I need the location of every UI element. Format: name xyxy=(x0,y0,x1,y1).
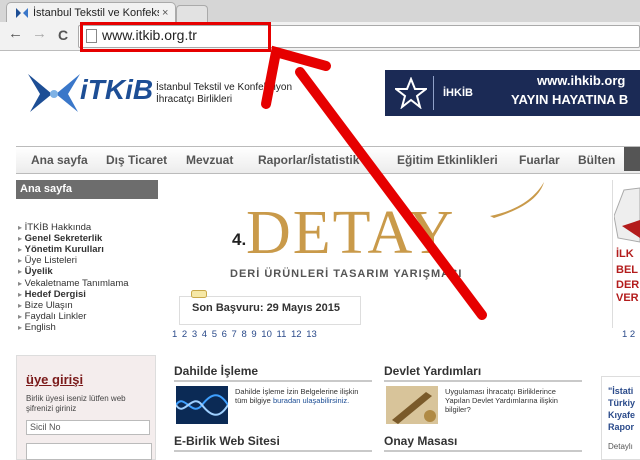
tab-close-icon[interactable]: × xyxy=(162,3,168,23)
devlet-text-line3: bilgiler? xyxy=(445,405,471,414)
bullet-arrow-icon: ▸ xyxy=(18,323,23,332)
box-title-onay[interactable]: Onay Masası xyxy=(384,432,582,452)
sidebar-item-membership[interactable]: ▸ Üyelik xyxy=(18,266,53,277)
sidebar-item-label: Hedef Dergisi xyxy=(24,289,86,300)
right-promo-pager[interactable]: 1 2 xyxy=(622,329,635,340)
reload-button[interactable]: C xyxy=(58,27,68,43)
sidebar-item-label: Üye Listeleri xyxy=(24,255,77,266)
sidebar-item-about[interactable]: ▸ İTKİB Hakkında xyxy=(18,222,91,233)
nav-home[interactable]: Ana sayfa xyxy=(31,153,88,167)
nav-fairs[interactable]: Fuarlar xyxy=(519,153,560,167)
promo-line1: İLK xyxy=(616,248,634,260)
star-icon xyxy=(395,77,427,109)
bullet-arrow-icon: ▸ xyxy=(18,312,23,321)
banner-url: www.ihkib.org xyxy=(537,73,626,88)
sidebar-item-label: English xyxy=(24,322,56,333)
nav-bulletin[interactable]: Bülten xyxy=(578,153,615,167)
devlet-text-line2: Yapılan Devlet Yardımlarına ilişkin xyxy=(445,396,558,405)
sidebar-item-links[interactable]: ▸ Faydalı Linkler xyxy=(18,311,86,322)
right-news-line1: "İstati xyxy=(608,386,634,396)
deadline-text: Son Başvuru: 29 Mayıs 2015 xyxy=(192,302,340,314)
sidebar-item-english[interactable]: ▸ English xyxy=(18,322,56,333)
sidebar-item-secretariat[interactable]: ▸ Genel Sekreterlik xyxy=(18,233,102,244)
box-title-ebirlik[interactable]: E-Birlik Web Sitesi xyxy=(174,432,372,452)
box-title-devlet[interactable]: Devlet Yardımları xyxy=(384,362,582,382)
sidebar-item-proxy[interactable]: ▸ Vekaletname Tanımlama xyxy=(18,278,129,289)
sidebar-header: Ana sayfa xyxy=(16,180,158,199)
right-news-line2: Türkiy xyxy=(608,398,636,408)
right-news-line4: Rapor xyxy=(608,422,635,432)
sidebar-item-contact[interactable]: ▸ Bize Ulaşın xyxy=(18,300,73,311)
dahilde-text-line2: tüm bilgiye xyxy=(235,396,273,405)
nav-legislation[interactable]: Mevzuat xyxy=(186,153,233,167)
dna-thumbnail-icon xyxy=(176,386,228,424)
sidebar-item-member-lists[interactable]: ▸ Üye Listeleri xyxy=(18,255,77,266)
org-name-line2: İhracatçı Birlikleri xyxy=(156,94,233,105)
sidebar-item-label: İTKİB Hakkında xyxy=(24,222,92,233)
dahilde-text-line1: Dahilde İşleme İzin Belgelerine ilişkin xyxy=(235,387,359,396)
box-title-dahilde[interactable]: Dahilde İşleme xyxy=(174,362,372,382)
bullet-arrow-icon: ▸ xyxy=(18,234,23,243)
itkib-logo-mark-icon xyxy=(28,74,80,112)
devlet-text-line1: Uygulaması İhracatçı Birliklerince xyxy=(445,387,556,396)
bullet-arrow-icon: ▸ xyxy=(18,245,23,254)
sidebar-item-hedef[interactable]: ▸ Hedef Dergisi xyxy=(18,289,86,300)
org-name-line1: İstanbul Tekstil ve Konfeksiyon xyxy=(156,82,293,93)
nav-education[interactable]: Eğitim Etkinlikleri xyxy=(397,153,498,167)
nav-foreign-trade[interactable]: Dış Ticaret xyxy=(106,153,167,167)
login-info-line2: şifrenizi giriniz xyxy=(26,404,77,413)
sidebar-item-boards[interactable]: ▸ Yönetim Kurulları xyxy=(18,244,104,255)
promo-line3: DER xyxy=(616,279,640,291)
banner-tagline: YAYIN HAYATINA B xyxy=(511,92,629,107)
browser-tab[interactable]: İstanbul Tekstil ve Konfeksiyon × xyxy=(6,2,176,23)
slider-pager[interactable]: 1 2 3 4 5 6 7 8 9 10 11 12 13 xyxy=(172,329,317,340)
login-title: üye girişi xyxy=(26,372,84,387)
tab-title: İstanbul Tekstil ve Konfeksiyon xyxy=(33,7,159,19)
bullet-arrow-icon: ▸ xyxy=(18,301,23,310)
sidebar-title: Ana sayfa xyxy=(20,183,72,195)
forward-button[interactable]: → xyxy=(32,25,47,42)
sidebar-item-label: Bize Ulaşın xyxy=(24,300,73,311)
banner-divider xyxy=(433,76,434,110)
password-input[interactable] xyxy=(26,443,152,460)
logo-text: iTKiB xyxy=(80,74,154,105)
banner-brand: İHKİB xyxy=(443,87,473,99)
bullet-arrow-icon: ▸ xyxy=(18,256,23,265)
nav-reports[interactable]: Raporlar/İstatistik xyxy=(258,153,359,167)
annotation-highlight-box xyxy=(80,22,271,52)
bullet-arrow-icon: ▸ xyxy=(18,279,23,288)
login-info-line1: Birlik üyesi iseniz lütfen web xyxy=(26,394,126,403)
detay-wordmark: DETAY xyxy=(246,199,456,267)
bullet-arrow-icon: ▸ xyxy=(18,223,23,232)
swoosh-decoration-icon xyxy=(490,182,544,218)
nav-extra-tab[interactable] xyxy=(624,147,640,171)
member-number-input[interactable]: Sicil No xyxy=(26,420,150,435)
back-button[interactable]: ← xyxy=(8,25,23,42)
right-news-line3: Kıyafe xyxy=(608,410,636,420)
sidebar-item-label: Faydalı Linkler xyxy=(24,311,87,322)
devlet-text: Uygulaması İhracatçı Birliklerince Yapıl… xyxy=(445,387,585,414)
sidebar-item-label: Genel Sekreterlik xyxy=(24,233,103,244)
bullet-arrow-icon: ▸ xyxy=(18,290,23,299)
itkib-favicon-icon xyxy=(16,8,28,18)
right-news-detail[interactable]: Detaylı xyxy=(608,442,633,451)
speech-bubble-icon xyxy=(191,290,207,298)
promo-line4: VER xyxy=(616,292,639,304)
pen-thumbnail-icon xyxy=(386,386,438,424)
sidebar-item-label: Yönetim Kurulları xyxy=(24,244,104,255)
arrow-head xyxy=(261,45,331,109)
detay-subtitle: DERİ ÜRÜNLERİ TASARIM YARIŞMASI xyxy=(230,268,463,280)
detay-number: 4. xyxy=(232,230,247,249)
sidebar-item-label: Vekaletname Tanımlama xyxy=(24,278,129,289)
dahilde-text: Dahilde İşleme İzin Belgelerine ilişkin … xyxy=(235,387,375,405)
leather-logo-icon xyxy=(614,187,640,243)
sidebar-item-label: Üyelik xyxy=(24,266,53,277)
dahilde-link[interactable]: buradan ulaşabilirsiniz. xyxy=(273,396,349,405)
promo-line2: BEL xyxy=(616,264,638,276)
bullet-arrow-icon: ▸ xyxy=(18,267,23,276)
new-tab-button[interactable] xyxy=(176,5,208,22)
ihkib-banner[interactable]: İHKİB www.ihkib.org YAYIN HAYATINA B xyxy=(385,70,640,116)
